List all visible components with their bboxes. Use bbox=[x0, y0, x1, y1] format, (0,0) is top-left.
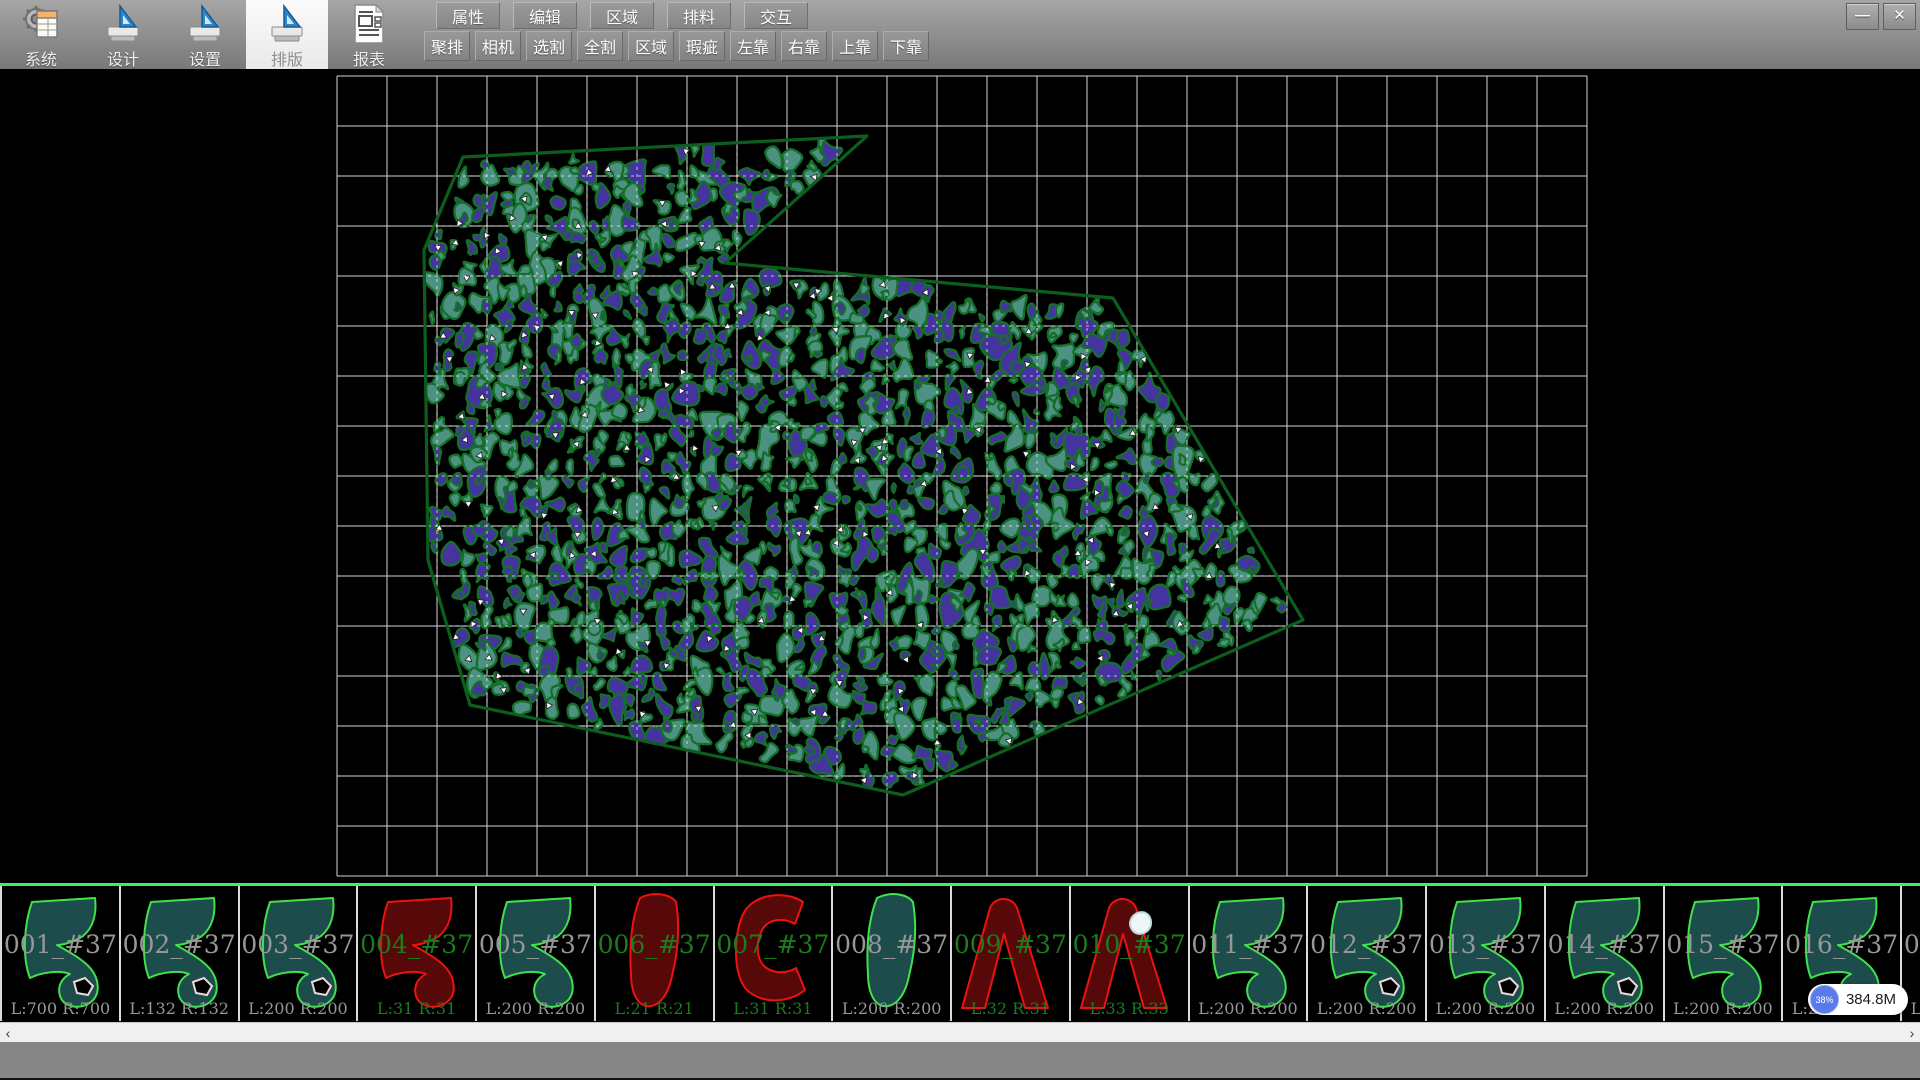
window-controls: — ✕ bbox=[1846, 3, 1916, 30]
filmstrip-item[interactable]: 001_#37 L:700 R:700 bbox=[0, 886, 119, 1021]
pattern-lr-count: L:200 R:200 bbox=[1427, 999, 1544, 1018]
pattern-lr-count: L:200 R:200 bbox=[1308, 999, 1425, 1018]
tool-snap-left[interactable]: 左靠 bbox=[730, 31, 776, 61]
pattern-id-label: 007_#37 bbox=[715, 930, 832, 959]
filmstrip-item[interactable]: 008_#37 L:200 R:200 bbox=[831, 886, 950, 1021]
scroll-right-arrow-icon[interactable]: › bbox=[1904, 1023, 1920, 1043]
pattern-lr-count: L:21 R:21 bbox=[596, 999, 713, 1018]
tab-design-label: 设计 bbox=[107, 46, 139, 70]
filmstrip-item[interactable]: 003_#37 L:200 R:200 bbox=[238, 886, 357, 1021]
filmstrip-item[interactable]: 004_#37 L:31 R:31 bbox=[356, 886, 475, 1021]
pattern-id-label: 008_#37 bbox=[833, 930, 950, 959]
pattern-id-label: 016_#37 bbox=[1783, 930, 1900, 959]
menu-edit[interactable]: 编辑 bbox=[513, 2, 577, 29]
tab-layout[interactable]: 排版 bbox=[246, 0, 328, 69]
tab-report[interactable]: 报表 bbox=[328, 0, 410, 69]
tool-region[interactable]: 区域 bbox=[628, 31, 674, 61]
tab-system-label: 系统 bbox=[25, 46, 57, 70]
menu-interaction[interactable]: 交互 bbox=[744, 2, 808, 29]
filmstrip-item[interactable]: 010_#37 L:33 R:33 bbox=[1069, 886, 1188, 1021]
pattern-id-label: 004_#37 bbox=[358, 930, 475, 959]
tab-settings[interactable]: 设置 bbox=[164, 0, 246, 69]
horizontal-scrollbar[interactable]: ‹ › bbox=[0, 1022, 1920, 1043]
tool-snap-top[interactable]: 上靠 bbox=[832, 31, 878, 61]
nesting-canvas[interactable] bbox=[0, 69, 1920, 883]
tool-snap-right[interactable]: 右靠 bbox=[781, 31, 827, 61]
system-gear-icon bbox=[21, 3, 61, 45]
pattern-lr-count: L:700 R:700 bbox=[2, 999, 119, 1018]
close-button[interactable]: ✕ bbox=[1883, 3, 1916, 30]
settings-ruler-icon bbox=[185, 3, 225, 45]
filmstrip-item[interactable]: 011_#37 L:200 R:200 bbox=[1188, 886, 1307, 1021]
report-doc-icon bbox=[349, 3, 389, 45]
pattern-id-label: 010_#37 bbox=[1071, 930, 1188, 959]
memory-percent-indicator: 38% bbox=[1810, 985, 1839, 1014]
pattern-lr-count: L:32 R:31 bbox=[952, 999, 1069, 1018]
tab-design[interactable]: 设计 bbox=[82, 0, 164, 69]
menu-nesting[interactable]: 排料 bbox=[667, 2, 731, 29]
pattern-id-label: 014_#37 bbox=[1546, 930, 1663, 959]
filmstrip-item[interactable]: 009_#37 L:32 R:31 bbox=[950, 886, 1069, 1021]
filmstrip-item[interactable]: 007_#37 L:31 R:31 bbox=[713, 886, 832, 1021]
filmstrip-item[interactable]: 005_#37 L:200 R:200 bbox=[475, 886, 594, 1021]
pattern-id-label: 005_#37 bbox=[477, 930, 594, 959]
pattern-id-label: 017_#37 bbox=[1902, 930, 1920, 959]
pattern-id-label: 009_#37 bbox=[952, 930, 1069, 959]
pattern-lr-count: L:132 R:132 bbox=[121, 999, 238, 1018]
layout-ruler-icon bbox=[267, 3, 307, 45]
minimize-button[interactable]: — bbox=[1846, 3, 1879, 30]
menu-row-2: 聚排 相机 选割 全割 区域 瑕疵 左靠 右靠 上靠 下靠 bbox=[424, 31, 929, 61]
tool-cluster-nest[interactable]: 聚排 bbox=[424, 31, 470, 61]
menu-region[interactable]: 区域 bbox=[590, 2, 654, 29]
scroll-left-arrow-icon[interactable]: ‹ bbox=[0, 1023, 16, 1043]
pattern-id-label: 012_#37 bbox=[1308, 930, 1425, 959]
tool-camera[interactable]: 相机 bbox=[475, 31, 521, 61]
tab-settings-label: 设置 bbox=[189, 46, 221, 70]
filmstrip-item[interactable]: 002_#37 L:132 R:132 bbox=[119, 886, 238, 1021]
pattern-filmstrip: 001_#37 L:700 R:700 002_#37 L:132 R:132 … bbox=[0, 886, 1920, 1021]
tool-defect[interactable]: 瑕疵 bbox=[679, 31, 725, 61]
tool-snap-bottom[interactable]: 下靠 bbox=[883, 31, 929, 61]
memory-value-label: 384.8M bbox=[1846, 991, 1896, 1008]
tab-layout-label: 排版 bbox=[271, 46, 303, 70]
filmstrip-item[interactable]: 013_#37 L:200 R:200 bbox=[1425, 886, 1544, 1021]
filmstrip-item[interactable]: 015_#37 L:200 R:200 bbox=[1663, 886, 1782, 1021]
pattern-lr-count: L:31 R:31 bbox=[358, 999, 475, 1018]
memory-usage-badge: 38% 384.8M bbox=[1808, 984, 1908, 1015]
pattern-lr-count: L:31 R:31 bbox=[715, 999, 832, 1018]
pattern-id-label: 013_#37 bbox=[1427, 930, 1544, 959]
pattern-id-label: 015_#37 bbox=[1665, 930, 1782, 959]
design-ruler-icon bbox=[103, 3, 143, 45]
filmstrip-item[interactable]: 012_#37 L:200 R:200 bbox=[1306, 886, 1425, 1021]
pattern-lr-count: L:200 R:200 bbox=[1665, 999, 1782, 1018]
menu-properties[interactable]: 属性 bbox=[436, 2, 500, 29]
tab-system[interactable]: 系统 bbox=[0, 0, 82, 69]
pattern-lr-count: L:200 R:200 bbox=[477, 999, 594, 1018]
filmstrip-item[interactable]: 014_#37 L:200 R:200 bbox=[1544, 886, 1663, 1021]
pattern-lr-count: L:200 R:200 bbox=[833, 999, 950, 1018]
top-toolbar: 系统 设计 设置 排版 报表 属性 编辑 区域 排料 交互 聚排 相机 bbox=[0, 0, 1920, 70]
status-bar bbox=[0, 1042, 1920, 1078]
pattern-lr-count: L:200 R:200 bbox=[1546, 999, 1663, 1018]
pattern-id-label: 003_#37 bbox=[240, 930, 357, 959]
menu-row-1: 属性 编辑 区域 排料 交互 bbox=[436, 2, 808, 29]
pattern-id-label: 011_#37 bbox=[1190, 930, 1307, 959]
filmstrip-item[interactable]: 006_#37 L:21 R:21 bbox=[594, 886, 713, 1021]
tool-cut-all[interactable]: 全割 bbox=[577, 31, 623, 61]
pattern-id-label: 001_#37 bbox=[2, 930, 119, 959]
tool-select-cut[interactable]: 选割 bbox=[526, 31, 572, 61]
pattern-lr-count: L:200 R:200 bbox=[1190, 999, 1307, 1018]
pattern-lr-count: L:33 R:33 bbox=[1071, 999, 1188, 1018]
pattern-lr-count: L:200 R:200 bbox=[240, 999, 357, 1018]
pattern-id-label: 006_#37 bbox=[596, 930, 713, 959]
main-tab-buttons: 系统 设计 设置 排版 报表 bbox=[0, 0, 410, 69]
tab-report-label: 报表 bbox=[353, 46, 385, 70]
pattern-id-label: 002_#37 bbox=[121, 930, 238, 959]
